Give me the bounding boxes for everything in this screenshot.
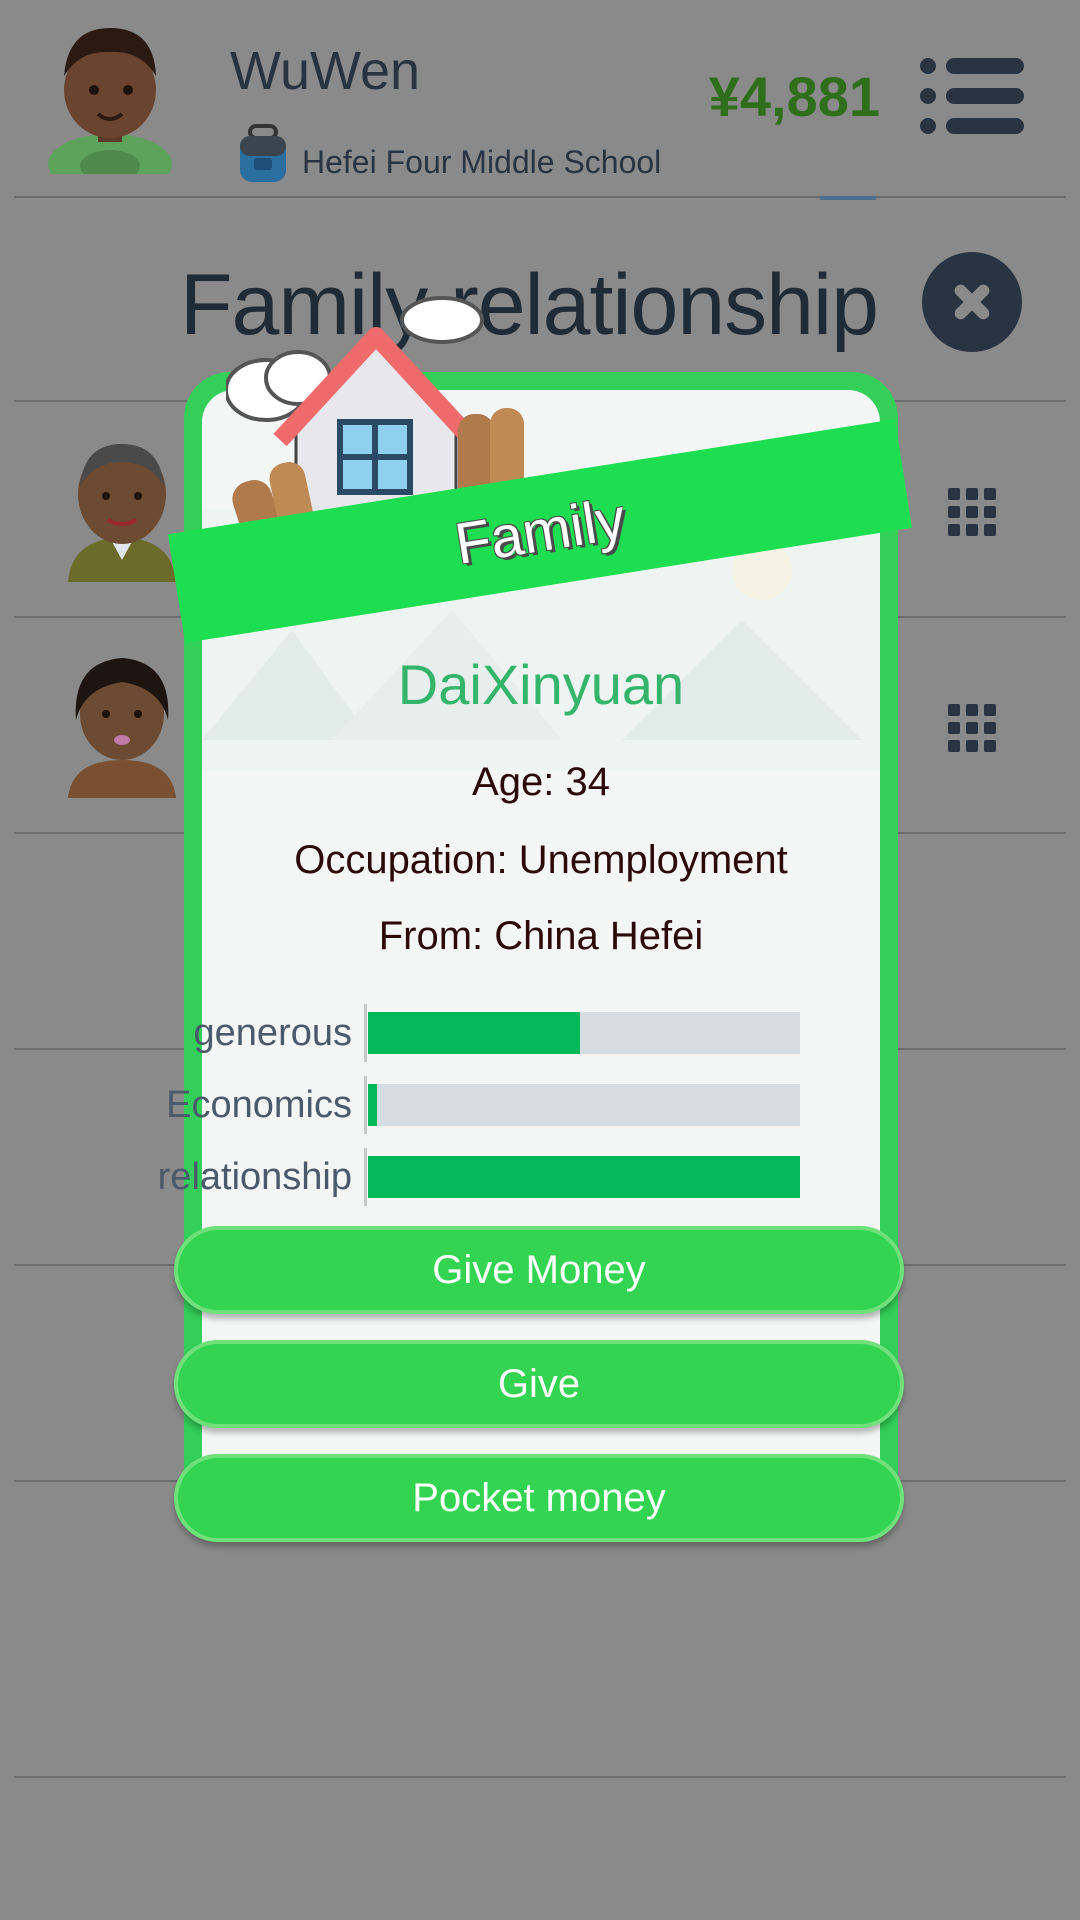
give-money-button[interactable]: Give Money xyxy=(174,1226,904,1314)
stat-bar-generous xyxy=(368,1012,800,1054)
stat-axis xyxy=(364,1148,367,1206)
person-origin: From: China Hefei xyxy=(378,914,704,958)
stat-fill-generous xyxy=(368,1012,580,1054)
player-avatar[interactable] xyxy=(40,14,180,174)
close-button[interactable] xyxy=(922,252,1022,352)
money-counter: ¥4,881 xyxy=(708,65,880,128)
divider xyxy=(14,196,1066,198)
give-button[interactable]: Give xyxy=(174,1340,904,1428)
person-occupation: Occupation: Unemployment xyxy=(294,838,788,882)
member-avatar-grandfather[interactable] xyxy=(62,432,182,582)
person-name: DaiXinyuan xyxy=(397,653,685,716)
stat-bar-economics xyxy=(368,1084,800,1126)
stat-label-economics: Economics xyxy=(166,1084,352,1126)
grid-dots-icon[interactable] xyxy=(948,488,996,536)
tab-indicator xyxy=(820,196,876,200)
member-avatar-mother[interactable] xyxy=(62,648,182,798)
menu-list-icon[interactable] xyxy=(920,58,1024,134)
stat-axis xyxy=(364,1004,367,1062)
divider xyxy=(14,1776,1066,1778)
player-name: WuWen xyxy=(230,41,421,101)
person-age: Age: 34 xyxy=(472,760,610,804)
pocket-money-button[interactable]: Pocket money xyxy=(174,1454,904,1542)
school-bag-icon xyxy=(240,124,286,182)
stat-fill-economics xyxy=(368,1084,377,1126)
stat-bar-relationship xyxy=(368,1156,800,1198)
stat-label-relationship: relationship xyxy=(157,1156,352,1198)
school-name: Hefei Four Middle School xyxy=(302,144,662,180)
stat-axis xyxy=(364,1076,367,1134)
stat-fill-relationship xyxy=(368,1156,800,1198)
grid-dots-icon[interactable] xyxy=(948,704,996,752)
family-banner-label: Family xyxy=(450,485,630,577)
stat-label-generous: generous xyxy=(193,1012,352,1054)
